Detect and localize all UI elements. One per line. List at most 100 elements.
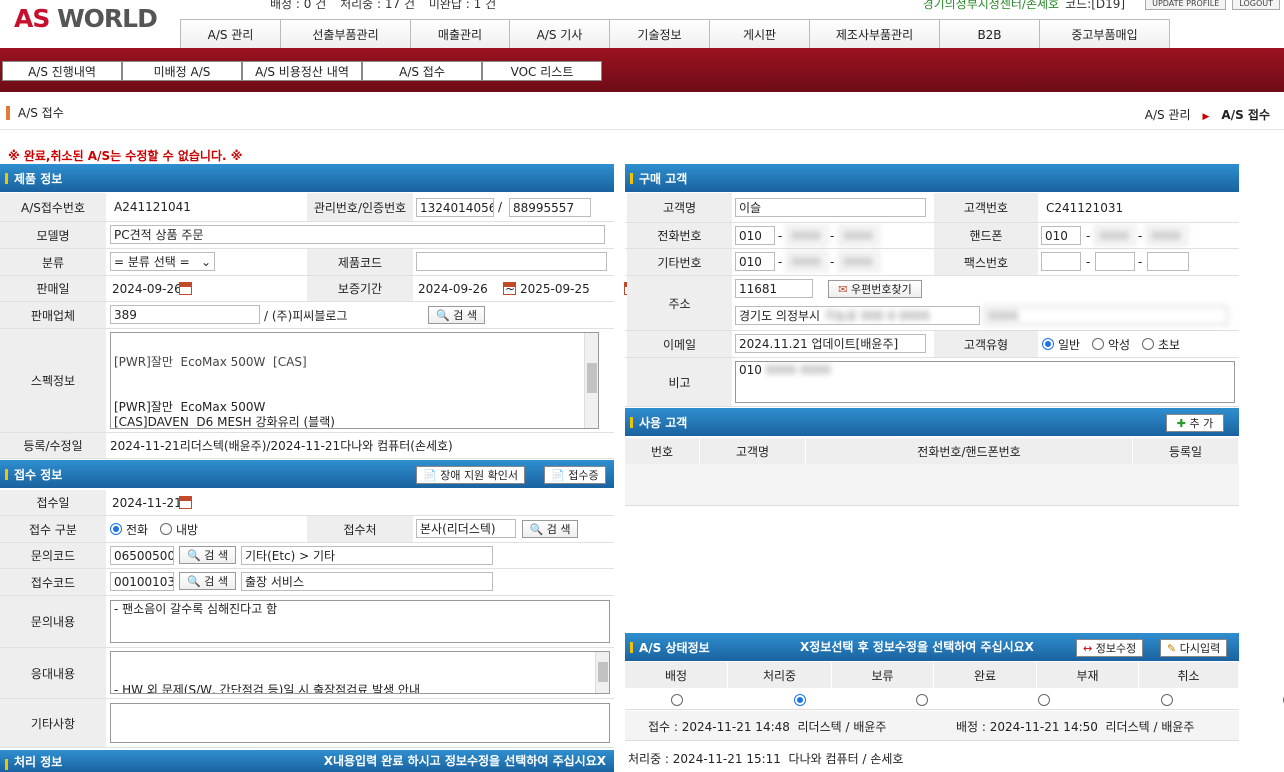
label-warranty: 보증기간: [307, 276, 413, 301]
mgmt-sep: /: [498, 200, 503, 214]
mgmt-no-input[interactable]: 132401405640: [416, 198, 494, 217]
subnav-unassigned[interactable]: 미배정 A/S: [122, 61, 242, 81]
subnav-voc-list[interactable]: VOC 리스트: [482, 61, 602, 81]
warranty-to[interactable]: 2025-09-25: [520, 276, 590, 301]
status-radio-hold[interactable]: [915, 693, 928, 706]
intake-type-visit[interactable]: 내방: [160, 516, 198, 542]
note-textarea[interactable]: 010 0000 0000: [735, 361, 1235, 403]
status-radio-assigned[interactable]: [671, 693, 683, 706]
nav-sales-management[interactable]: 매출관리: [410, 19, 510, 49]
vendor-code-input[interactable]: 389: [110, 305, 260, 324]
phone-3-input[interactable]: 0000: [839, 226, 879, 245]
status-radio-absent[interactable]: [1161, 693, 1174, 706]
response-textarea[interactable]: - HW 외 문제(S/W, 간단점검 등)일 시 출장점검료 발생 안내 - …: [110, 651, 610, 694]
label-etc-phone: 기타번호: [627, 249, 732, 275]
calendar-icon[interactable]: [179, 496, 192, 509]
zip-search-button[interactable]: ✉ 우편번호찾기: [828, 280, 922, 298]
spec-textarea[interactable]: [PWR]잘만 EcoMax 500W [CAS] [PWR]잘만 EcoMax…: [110, 332, 599, 429]
customer-no: C241121031: [1046, 200, 1124, 215]
fax-1-input[interactable]: [1041, 252, 1081, 271]
nav-board[interactable]: 게시판: [709, 19, 810, 49]
etc-phone-3-input[interactable]: 0000: [839, 252, 879, 271]
row-intake-date: 접수일 2024-11-21: [0, 490, 614, 516]
document-icon: 📄: [551, 468, 565, 482]
address-1-input[interactable]: 경기도 의정부시 가능로 000 0 0000: [735, 306, 980, 325]
reinput-button[interactable]: ✎ 다시입력: [1160, 639, 1228, 657]
email-input[interactable]: 2024.11.21 업데이트[배윤주]: [735, 334, 926, 353]
nav-as-engineer[interactable]: A/S 기사: [509, 19, 610, 49]
label-buyer-name: 고객명: [627, 193, 732, 222]
nav-tech-info[interactable]: 기술정보: [609, 19, 710, 49]
unfinished-count[interactable]: 미완답 : 1 건: [429, 0, 496, 11]
edit-info-button[interactable]: ↔ 정보수정: [1076, 639, 1144, 657]
customer-type-bad[interactable]: 악성: [1092, 331, 1130, 357]
cert-no-input[interactable]: 88995557: [509, 198, 591, 217]
breadcrumb-parent[interactable]: A/S 관리: [1145, 108, 1191, 122]
model-input[interactable]: PC견적 상품 주문: [110, 225, 605, 244]
inquiry-code-input[interactable]: 065005000: [110, 546, 174, 565]
zip-input[interactable]: 11681: [735, 279, 813, 298]
nav-as-management[interactable]: A/S 관리: [180, 19, 281, 49]
label-etc: 기타사항: [0, 699, 106, 747]
row-register: 등록/수정일 2024-11-21 리더스텍(배윤주) / 2024-11-21…: [0, 433, 614, 459]
category-select[interactable]: = 분류 선택 = ⌄: [110, 252, 215, 271]
status-radio-row: [625, 688, 1239, 710]
inquiry-content-textarea[interactable]: - 팬소음이 갈수록 심해진다고 함: [110, 600, 610, 643]
subnav-cost-settlement[interactable]: A/S 비용정산 내역: [242, 61, 362, 81]
receipt-code-input[interactable]: 001001032: [110, 572, 174, 591]
spec-scrollbar[interactable]: [584, 333, 598, 428]
warranty-from[interactable]: 2024-09-26: [418, 276, 488, 301]
processing-count[interactable]: 처리중 : 17 건: [340, 0, 415, 11]
fault-support-button[interactable]: 📄 장애 지원 확인서: [416, 466, 526, 484]
fax-3-input[interactable]: [1147, 252, 1189, 271]
label-mobile: 핸드폰: [934, 223, 1038, 248]
logo[interactable]: AS WORLD: [14, 4, 158, 33]
add-user-button[interactable]: ✚ 추 가: [1166, 414, 1224, 432]
place-search-button[interactable]: 🔍 검 색: [522, 520, 578, 538]
inquiry-search-button[interactable]: 🔍 검 색: [179, 546, 236, 564]
receipt-search-button[interactable]: 🔍 검 색: [179, 572, 236, 590]
label-address: 주소: [627, 276, 732, 330]
label-sale-date: 판매일: [0, 276, 106, 301]
response-scrollbar[interactable]: [595, 652, 609, 693]
mobile-2-input[interactable]: 0000: [1095, 226, 1135, 245]
buyer-name-input[interactable]: 이슬: [735, 198, 926, 217]
sale-date[interactable]: 2024-09-26: [112, 276, 182, 301]
sub-nav: A/S 진행내역 미배정 A/S A/S 비용정산 내역 A/S 접수 VOC …: [2, 61, 602, 81]
dash: -: [830, 228, 835, 243]
update-profile-button[interactable]: UPDATE PROFILE: [1145, 0, 1227, 10]
dispatch-count[interactable]: 배정 : 0 건: [270, 0, 326, 11]
intake-type-phone[interactable]: 전화: [110, 516, 148, 542]
etc-textarea[interactable]: [110, 703, 610, 743]
product-code-input[interactable]: [416, 252, 607, 271]
nav-maker-parts[interactable]: 제조사부품관리: [809, 19, 940, 49]
mobile-3-input[interactable]: 0000: [1147, 226, 1187, 245]
fax-2-input[interactable]: [1095, 252, 1135, 271]
subnav-as-intake[interactable]: A/S 접수: [362, 61, 482, 81]
calendar-icon[interactable]: [179, 282, 192, 295]
vendor-name: / (주)피씨블로그: [264, 308, 348, 323]
etc-phone-1-input[interactable]: 010: [735, 252, 775, 271]
intake-date[interactable]: 2024-11-21: [112, 490, 182, 515]
customer-type-normal[interactable]: 일반: [1042, 331, 1080, 357]
swap-icon: ↔: [1083, 641, 1093, 655]
vendor-search-button[interactable]: 🔍 검 색: [428, 306, 485, 324]
receipt-button[interactable]: 📄 접수증: [544, 466, 606, 484]
customer-type-first[interactable]: 초보: [1142, 331, 1180, 357]
nav-b2b[interactable]: B2B: [939, 19, 1040, 49]
status-radio-processing[interactable]: [793, 693, 806, 706]
mobile-1-input[interactable]: 010: [1041, 226, 1081, 245]
logout-button[interactable]: LOGOUT: [1232, 0, 1280, 10]
subnav-as-progress[interactable]: A/S 진행내역: [2, 61, 122, 81]
status-radio-done[interactable]: [1038, 693, 1051, 706]
phone-1-input[interactable]: 010: [735, 226, 775, 245]
label-response: 응대내용: [0, 648, 106, 698]
status-header: A/S 상태정보 X정보선택 후 정보수정을 선택하여 주십시요X ↔ 정보수정…: [625, 633, 1239, 661]
address-2-input[interactable]: 0000: [984, 306, 1228, 325]
etc-phone-2-input[interactable]: 0000: [787, 252, 827, 271]
nav-parts-management[interactable]: 선출부품관리: [280, 19, 411, 49]
phone-2-input[interactable]: 0000: [787, 226, 827, 245]
intake-place-input[interactable]: 본사(리더스텍): [416, 519, 516, 538]
nav-used-parts[interactable]: 중고부품매입: [1039, 19, 1170, 49]
row-spec: 스펙정보 [PWR]잘만 EcoMax 500W [CAS] [PWR]잘만 E…: [0, 329, 614, 433]
